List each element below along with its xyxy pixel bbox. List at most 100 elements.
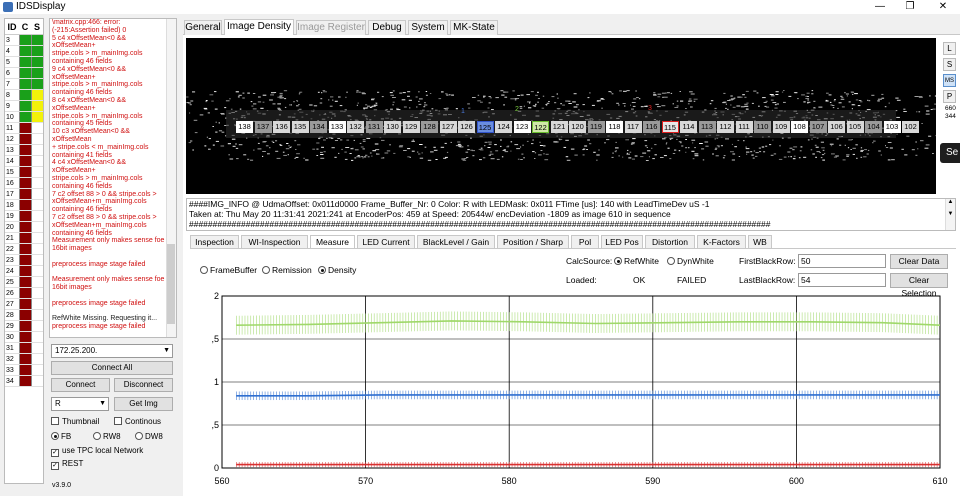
table-row[interactable]: 27 [5,299,43,310]
radio-dot[interactable] [200,266,208,274]
table-row[interactable]: 24 [5,266,43,277]
rest-checkbox[interactable]: ✓ REST [51,459,83,470]
table-row[interactable]: 21 [5,233,43,244]
table-row[interactable]: 20 [5,222,43,233]
use-tpc-checkbox[interactable]: ✓ use TPC local Network [51,446,143,457]
table-row[interactable]: 32 [5,354,43,365]
connect-all-button[interactable]: Connect All [51,361,173,375]
table-row[interactable]: 15 [5,167,43,178]
table-row[interactable]: 14 [5,156,43,167]
table-row[interactable]: 28 [5,310,43,321]
table-row[interactable]: 7 [5,79,43,90]
radio-dot[interactable] [93,432,101,440]
table-row[interactable]: 18 [5,200,43,211]
table-row[interactable]: 10 [5,112,43,123]
table-row[interactable]: 17 [5,189,43,200]
rw8-radio[interactable]: RW8 [93,432,121,442]
clear-data-button[interactable]: Clear Data [890,254,948,269]
table-row[interactable]: 6 [5,68,43,79]
subtab-wb[interactable]: WB [748,235,772,248]
settings-button[interactable]: Se [940,143,960,163]
table-row[interactable]: 12 [5,134,43,145]
dynwhite-radio[interactable]: DynWhite [667,256,714,267]
table-row[interactable]: 23 [5,255,43,266]
fb-radio[interactable]: FB [51,432,71,442]
tab-system[interactable]: System [408,20,448,35]
subtab-led-pos[interactable]: LED Pos [601,235,643,248]
continous-checkbox[interactable]: Continous [114,417,161,427]
radio-dot[interactable] [135,432,143,440]
tab-general[interactable]: General [184,20,222,35]
table-row[interactable]: 34 [5,376,43,387]
log-output[interactable]: \matrix.cpp:466: error: (-215:Assertion … [49,18,177,338]
tab-debug[interactable]: Debug [368,20,406,35]
dw8-radio[interactable]: DW8 [135,432,163,442]
framebuffer-radio[interactable]: FrameBuffer [200,265,257,276]
table-row[interactable]: 16 [5,178,43,189]
side-button-p[interactable]: P [943,90,956,103]
image-info-box[interactable]: ####IMG_INFO @ UdmaOffset: 0x011d0000 Fr… [186,198,956,231]
subtab-distortion[interactable]: Distortion [645,235,695,248]
subtab-blacklevel-gain[interactable]: BlackLevel / Gain [417,235,495,248]
table-row[interactable]: 26 [5,288,43,299]
table-row[interactable]: 9 [5,101,43,112]
last-black-row-input[interactable]: 54 [798,273,886,287]
density-chart[interactable]: 560 570 580 590 600 610 0 0,5 1 1,5 2 [212,290,950,490]
table-row[interactable]: 13 [5,145,43,156]
table-row[interactable]: 11 [5,123,43,134]
subtab-inspection[interactable]: Inspection [190,235,239,248]
radio-dot[interactable] [51,432,59,440]
table-row[interactable]: 29 [5,321,43,332]
table-row[interactable]: 25 [5,277,43,288]
table-row[interactable]: 22 [5,244,43,255]
subtab-k-factors[interactable]: K-Factors [697,235,746,248]
tab-image-register[interactable]: Image Register [296,20,366,35]
get-img-button[interactable]: Get Img [114,397,173,411]
side-button-s[interactable]: S [943,58,956,71]
channel-select[interactable]: R ▼ [51,397,109,411]
first-black-row-input[interactable]: 50 [798,254,886,268]
device-status-table[interactable]: ID C S 3 4 5 6 7 8 9 10 11 12 13 14 15 16 17 18 19 20 21 22… [4,18,44,484]
minimize-button[interactable]: — [865,0,895,14]
close-button[interactable]: ✕ [928,0,958,14]
radio-dot[interactable] [262,266,270,274]
thumbnail-checkbox[interactable]: Thumbnail [51,417,99,427]
side-button-l[interactable]: L [943,42,956,55]
maximize-button[interactable]: ❐ [895,0,925,14]
table-row[interactable]: 4 [5,46,43,57]
subtab-position-sharp[interactable]: Position / Sharp [497,235,569,248]
table-row[interactable]: 19 [5,211,43,222]
subtab-pol[interactable]: Pol [571,235,599,248]
ip-select[interactable]: 172.25.200. ▼ [51,344,173,358]
image-viewer[interactable]: 138 137 136 135 134 133 132 131 130 129 128 127 126 1… [186,38,936,194]
table-row[interactable]: 30 [5,332,43,343]
checkmark-icon[interactable]: ✓ [51,449,59,457]
subtab-measure[interactable]: Measure [310,235,355,248]
table-row[interactable]: 31 [5,343,43,354]
connect-button[interactable]: Connect [51,378,110,392]
table-row[interactable]: 3 [5,35,43,46]
checkbox-box[interactable] [114,417,122,425]
subtab-led-current[interactable]: LED Current [357,235,415,248]
table-row[interactable]: 33 [5,365,43,376]
info-scrollbar[interactable]: ▲ ▼ [945,199,955,230]
disconnect-button[interactable]: Disconnect [114,378,173,392]
clear-selection-button[interactable]: Clear Selection [890,273,948,298]
side-button-ms[interactable]: MS [943,74,956,87]
image-noise-pixel [193,119,198,121]
tab-image-density[interactable]: Image Density [224,19,294,35]
radio-dot[interactable] [667,257,675,265]
density-radio[interactable]: Density [318,265,356,276]
radio-dot[interactable] [614,257,622,265]
remission-radio[interactable]: Remission [262,265,312,276]
tab-mk-state[interactable]: MK-State [450,20,498,35]
scrollbar-thumb[interactable] [167,244,175,324]
table-row[interactable]: 5 [5,57,43,68]
checkmark-icon[interactable]: ✓ [51,462,59,470]
refwhite-radio[interactable]: RefWhite [614,256,659,267]
log-scrollbar[interactable] [166,19,176,337]
table-row[interactable]: 8 [5,90,43,101]
checkbox-box[interactable] [51,417,59,425]
radio-dot[interactable] [318,266,326,274]
subtab-wi-inspection[interactable]: WI-Inspection [241,235,308,248]
